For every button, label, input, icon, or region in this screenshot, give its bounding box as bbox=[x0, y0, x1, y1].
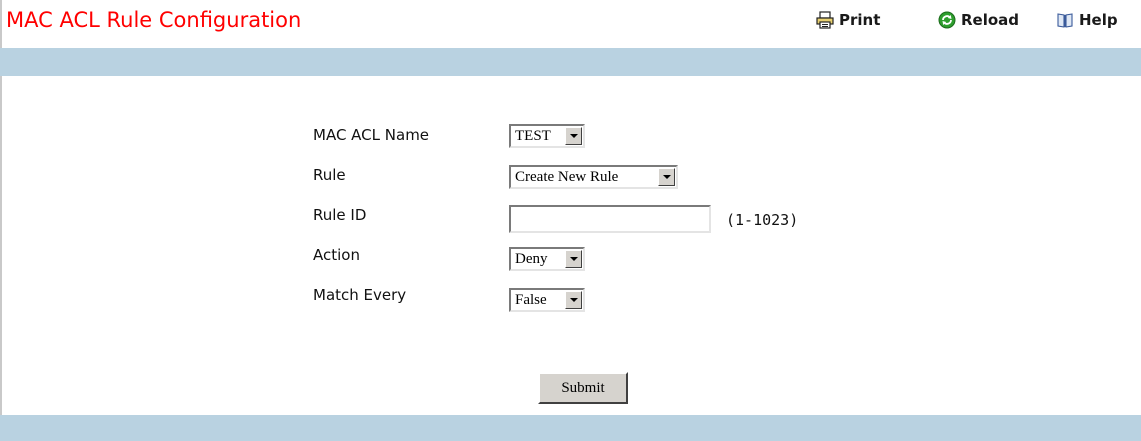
action-value: Deny bbox=[515, 250, 548, 267]
acl-name-select[interactable]: TEST bbox=[509, 124, 585, 148]
footer-band bbox=[0, 415, 1141, 441]
chevron-down-icon bbox=[569, 134, 578, 138]
help-label: Help bbox=[1079, 11, 1118, 29]
printer-icon bbox=[815, 10, 835, 30]
match-every-label: Match Every bbox=[313, 286, 407, 304]
reload-icon bbox=[937, 10, 957, 30]
match-every-value: False bbox=[515, 291, 547, 308]
action-label: Action bbox=[313, 246, 360, 264]
submit-button[interactable]: Submit bbox=[538, 372, 628, 404]
rule-id-input[interactable] bbox=[509, 205, 711, 233]
header-band bbox=[0, 48, 1141, 76]
chevron-down-icon bbox=[569, 298, 578, 302]
action-select[interactable]: Deny bbox=[509, 247, 585, 271]
reload-link[interactable]: Reload bbox=[937, 8, 1019, 32]
rule-dropdown-button[interactable] bbox=[658, 168, 675, 186]
print-link[interactable]: Print bbox=[815, 8, 880, 32]
book-icon bbox=[1055, 10, 1075, 30]
rule-select[interactable]: Create New Rule bbox=[509, 165, 678, 189]
action-dropdown-button[interactable] bbox=[565, 250, 582, 268]
help-link[interactable]: Help bbox=[1055, 8, 1118, 32]
acl-name-dropdown-button[interactable] bbox=[565, 127, 582, 145]
print-label: Print bbox=[839, 11, 881, 29]
rule-value: Create New Rule bbox=[515, 168, 619, 185]
match-every-dropdown-button[interactable] bbox=[565, 291, 582, 309]
acl-name-label: MAC ACL Name bbox=[313, 126, 430, 144]
rule-id-label: Rule ID bbox=[313, 206, 367, 224]
page-title: MAC ACL Rule Configuration bbox=[6, 8, 302, 32]
chevron-down-icon bbox=[662, 175, 671, 179]
rule-id-range-hint: (1-1023) bbox=[726, 211, 799, 229]
match-every-select[interactable]: False bbox=[509, 288, 585, 312]
chevron-down-icon bbox=[569, 257, 578, 261]
rule-label: Rule bbox=[313, 166, 346, 184]
reload-label: Reload bbox=[961, 11, 1020, 29]
acl-name-value: TEST bbox=[515, 127, 551, 144]
